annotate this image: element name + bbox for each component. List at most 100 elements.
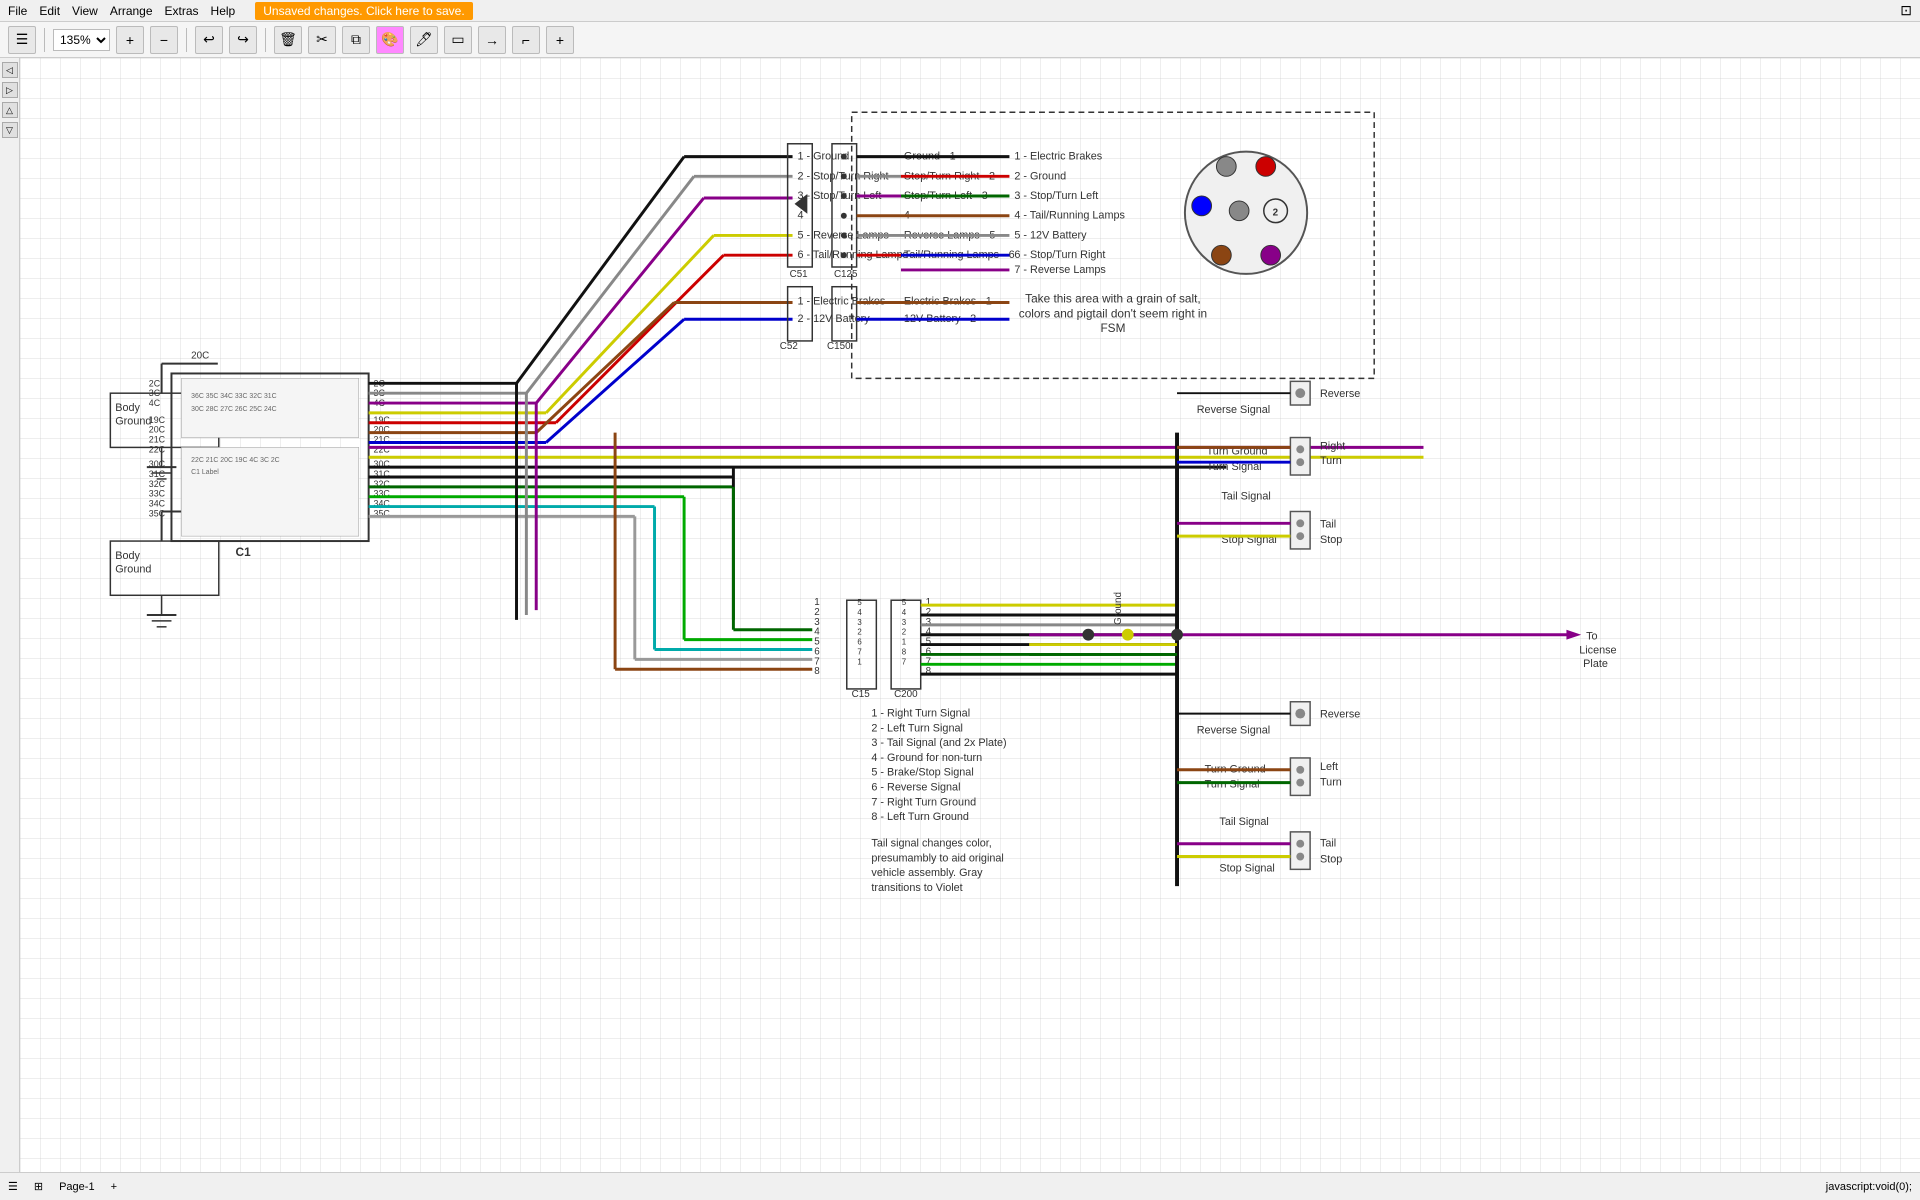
svg-text:3C: 3C <box>149 388 161 398</box>
svg-text:5 - 12V Battery: 5 - 12V Battery <box>1014 229 1087 241</box>
svg-text:7 - Right Turn Ground: 7 - Right Turn Ground <box>871 796 976 808</box>
svg-text:8 - Left Turn Ground: 8 - Left Turn Ground <box>871 811 969 823</box>
zoom-select[interactable]: 135%100%75% <box>53 29 110 51</box>
delete-button[interactable]: 🗑 <box>274 26 302 54</box>
svg-text:C51: C51 <box>790 269 808 280</box>
shape-button[interactable]: ▭ <box>444 26 472 54</box>
svg-text:Tail: Tail <box>1320 838 1336 850</box>
svg-text:1 - Electric Brakes: 1 - Electric Brakes <box>1014 151 1102 163</box>
svg-text:4 - Tail/Running Lamps: 4 - Tail/Running Lamps <box>1014 210 1125 222</box>
zoom-in-button[interactable]: + <box>116 26 144 54</box>
cut-button[interactable]: ✂ <box>308 26 336 54</box>
svg-text:Turn: Turn <box>1320 777 1342 789</box>
diagram-canvas[interactable]: Body Ground 20C Body Ground 3 <box>20 58 1920 1172</box>
connector-button[interactable]: ⌐ <box>512 26 540 54</box>
svg-text:Body: Body <box>115 402 140 414</box>
svg-text:35C: 35C <box>149 508 166 518</box>
svg-text:3 - Tail Signal (and 2x Plate): 3 - Tail Signal (and 2x Plate) <box>871 737 1006 749</box>
zoom-out-button[interactable]: − <box>150 26 178 54</box>
svg-text:6 - Stop/Turn Right: 6 - Stop/Turn Right <box>1014 249 1105 261</box>
svg-text:C15: C15 <box>852 689 871 700</box>
svg-text:33C: 33C <box>149 489 166 499</box>
svg-text:19C: 19C <box>149 415 166 425</box>
svg-text:Tail: Tail <box>1320 518 1336 530</box>
svg-text:Ground: Ground <box>115 416 151 428</box>
svg-text:1 - Right Turn Signal: 1 - Right Turn Signal <box>871 708 970 720</box>
svg-text:Body: Body <box>115 550 140 562</box>
js-status: javascript:void(0); <box>1826 1181 1912 1193</box>
svg-text:22C: 22C <box>149 444 166 454</box>
svg-text:C200: C200 <box>894 689 918 700</box>
separator2 <box>186 28 187 52</box>
svg-text:Left: Left <box>1320 761 1338 773</box>
add-button[interactable]: + <box>546 26 574 54</box>
page-expand[interactable]: ⊞ <box>34 1180 43 1193</box>
svg-text:3: 3 <box>902 618 907 627</box>
svg-text:Right: Right <box>1320 440 1345 452</box>
svg-text:7 - Reverse Lamps: 7 - Reverse Lamps <box>1014 264 1106 276</box>
svg-text:2: 2 <box>1273 208 1279 219</box>
svg-text:Reverse: Reverse <box>1320 709 1360 721</box>
svg-text:2: 2 <box>902 628 906 637</box>
svg-text:presumambly to aid original: presumambly to aid original <box>871 852 1003 864</box>
copy-button[interactable]: ⧉ <box>342 26 370 54</box>
svg-text:Tail Signal: Tail Signal <box>1219 816 1268 828</box>
menu-edit[interactable]: Edit <box>39 4 60 18</box>
svg-text:C1: C1 <box>236 545 252 559</box>
svg-text:6: 6 <box>857 638 862 647</box>
left-panel: ◁ ▷ △ ▽ <box>0 58 20 1172</box>
add-page-button[interactable]: ☰ <box>8 1180 18 1193</box>
unsaved-notice[interactable]: Unsaved changes. Click here to save. <box>255 2 472 20</box>
status-bar: ☰ ⊞ Page-1 + javascript:void(0); <box>0 1172 1920 1200</box>
menu-bar: File Edit View Arrange Extras Help Unsav… <box>0 0 1920 22</box>
svg-text:vehicle assembly. Gray: vehicle assembly. Gray <box>871 867 983 879</box>
svg-text:C1 Label: C1 Label <box>191 469 219 476</box>
menu-file[interactable]: File <box>8 4 27 18</box>
svg-text:3 - Stop/Turn Left: 3 - Stop/Turn Left <box>1014 190 1098 202</box>
left-btn-1[interactable]: ◁ <box>2 62 18 78</box>
svg-text:C52: C52 <box>780 341 798 352</box>
wiring-diagram: Body Ground 20C Body Ground 3 <box>20 58 1920 1172</box>
left-btn-4[interactable]: ▽ <box>2 122 18 138</box>
svg-text:Ground: Ground <box>1113 592 1124 625</box>
window-controls: ⊡ <box>1900 2 1912 19</box>
menu-help[interactable]: Help <box>211 4 236 18</box>
svg-text:2 - Left Turn Signal: 2 - Left Turn Signal <box>871 722 963 734</box>
svg-text:30C: 30C <box>149 459 166 469</box>
toolbar: ☰ 135%100%75% + − ↩ ↪ 🗑 ✂ ⧉ 🎨 🖊 ▭ → ⌐ + <box>0 22 1920 58</box>
svg-text:transitions to Violet: transitions to Violet <box>871 882 962 894</box>
menu-arrange[interactable]: Arrange <box>110 4 153 18</box>
svg-text:2: 2 <box>857 628 861 637</box>
page-label: Page-1 <box>59 1181 94 1193</box>
left-btn-2[interactable]: ▷ <box>2 82 18 98</box>
undo-button[interactable]: ↩ <box>195 26 223 54</box>
svg-text:Reverse: Reverse <box>1320 388 1360 400</box>
svg-text:Tail Signal: Tail Signal <box>1221 491 1270 503</box>
svg-text:5: 5 <box>857 598 862 607</box>
line-color-button[interactable]: 🖊 <box>410 26 438 54</box>
svg-text:20C: 20C <box>191 351 209 362</box>
svg-text:30C 28C 27C 26C 25C 24C: 30C 28C 27C 26C 25C 24C <box>191 406 276 413</box>
svg-text:Stop: Stop <box>1320 853 1342 865</box>
separator3 <box>265 28 266 52</box>
fill-color-button[interactable]: 🎨 <box>376 26 404 54</box>
menu-view[interactable]: View <box>72 4 98 18</box>
svg-text:colors and pigtail don't seem: colors and pigtail don't seem right in <box>1019 306 1207 320</box>
arrow-button[interactable]: → <box>478 26 506 54</box>
svg-text:5 - Brake/Stop Signal: 5 - Brake/Stop Signal <box>871 767 973 779</box>
svg-text:32C: 32C <box>149 479 166 489</box>
svg-text:6 - Reverse Signal: 6 - Reverse Signal <box>871 781 960 793</box>
svg-text:Reverse Signal: Reverse Signal <box>1197 724 1270 736</box>
svg-text:4: 4 <box>797 210 803 222</box>
svg-text:Turn Signal: Turn Signal <box>1205 779 1260 791</box>
pages-button[interactable]: ☰ <box>8 26 36 54</box>
svg-text:Stop Signal: Stop Signal <box>1219 862 1274 874</box>
add-page-plus[interactable]: + <box>111 1181 117 1193</box>
svg-text:Plate: Plate <box>1583 658 1608 670</box>
svg-text:31C: 31C <box>149 469 166 479</box>
left-btn-3[interactable]: △ <box>2 102 18 118</box>
menu-extras[interactable]: Extras <box>165 4 199 18</box>
svg-text:22C: 22C <box>374 444 391 454</box>
redo-button[interactable]: ↪ <box>229 26 257 54</box>
svg-text:Take this area with a grain of: Take this area with a grain of salt, <box>1025 291 1201 305</box>
